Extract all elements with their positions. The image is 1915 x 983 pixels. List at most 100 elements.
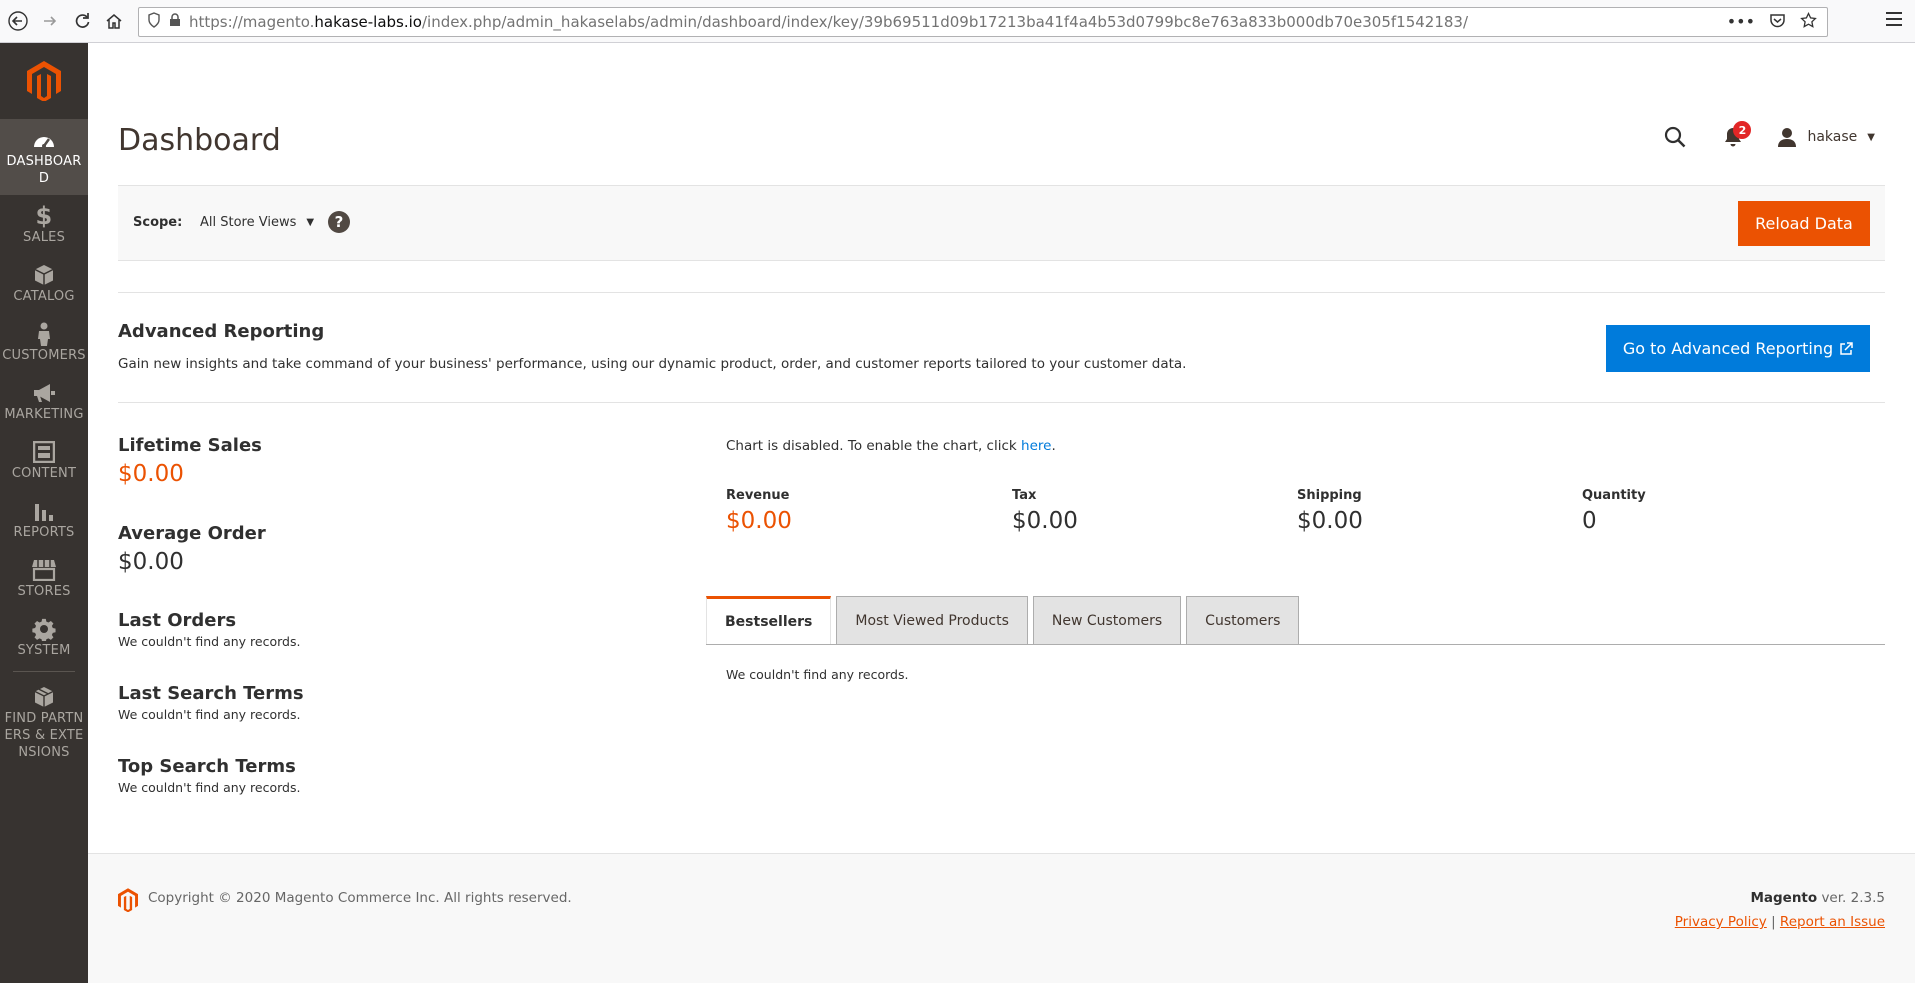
page-footer: Copyright © 2020 Magento Commerce Inc. A… (88, 853, 1915, 983)
footer-link-divider: | (1766, 914, 1780, 930)
sidebar-item-catalog[interactable]: CATALOG (0, 254, 88, 313)
browser-toolbar: https://magento. hakase-labs.io/index.php… (0, 0, 1915, 43)
shipping-label: Shipping (1297, 488, 1362, 503)
sidebar-item-label: DASHBOARD (6, 154, 82, 186)
last-orders-title: Last Orders (118, 610, 237, 631)
storefront-icon (31, 557, 57, 583)
megaphone-icon (32, 380, 56, 406)
average-order-title: Average Order (118, 523, 266, 544)
top-search-terms-title: Top Search Terms (118, 756, 296, 777)
notifications-button[interactable]: 2 (1719, 121, 1752, 151)
forward-button[interactable] (36, 7, 64, 35)
global-search-button[interactable] (1661, 123, 1689, 151)
url-path: /index.php/admin_hakaselabs/admin/dashbo… (421, 13, 1469, 31)
tab-customers[interactable]: Customers (1186, 596, 1300, 644)
last-search-terms-empty: We couldn't find any records. (118, 707, 301, 722)
go-to-advanced-reporting-button[interactable]: Go to Advanced Reporting (1606, 325, 1870, 372)
shield-icon (147, 12, 161, 32)
sidebar-item-customers[interactable]: CUSTOMERS (0, 313, 88, 372)
home-icon (106, 14, 122, 29)
revenue-value: $0.00 (726, 508, 792, 534)
version-number: ver. 2.3.5 (1817, 890, 1885, 906)
bar-chart-icon (34, 498, 54, 524)
brand-name: Magento (1750, 890, 1818, 906)
box-icon (34, 262, 54, 288)
reload-data-button[interactable]: Reload Data (1738, 201, 1870, 246)
scope-switcher[interactable]: All Store Views ▼ (200, 215, 314, 230)
address-bar[interactable]: https://magento. hakase-labs.io/index.php… (138, 7, 1828, 37)
tabs-baseline (706, 644, 1885, 645)
help-icon[interactable]: ? (328, 211, 350, 233)
external-link-icon (1840, 341, 1853, 355)
sidebar-item-label: FIND PARTNERS & EXTENSIONS (4, 711, 84, 760)
search-icon (1665, 126, 1686, 148)
url-host: hakase-labs.io (314, 13, 422, 31)
back-button[interactable] (4, 7, 32, 35)
sidebar-item-dashboard[interactable]: DASHBOARD (0, 119, 88, 195)
tax-value: $0.00 (1012, 508, 1078, 534)
notification-count-badge: 2 (1733, 121, 1752, 139)
page-title: Dashboard (118, 123, 281, 158)
sidebar-item-marketing[interactable]: MARKETING (0, 372, 88, 431)
user-menu[interactable]: hakase ▼ (1777, 127, 1875, 147)
layout-icon (33, 439, 55, 465)
admin-sidebar: DASHBOARD $ SALES CATALOG CUSTOMERS MARK… (0, 43, 88, 983)
advanced-reporting-description: Gain new insights and take command of yo… (118, 356, 1187, 372)
star-icon[interactable] (1800, 11, 1817, 33)
sidebar-item-sales[interactable]: $ SALES (0, 195, 88, 254)
reload-page-button[interactable] (68, 7, 96, 35)
chart-message-period: . (1051, 438, 1056, 454)
chart-message-text: Chart is disabled. To enable the chart, … (726, 438, 1022, 454)
tab-bestsellers[interactable]: Bestsellers (706, 596, 832, 644)
report-issue-link[interactable]: Report an Issue (1780, 914, 1885, 930)
lifetime-sales-value: $0.00 (118, 461, 184, 487)
dollar-icon: $ (35, 201, 53, 230)
sidebar-item-reports[interactable]: REPORTS (0, 490, 88, 549)
copyright-text: Copyright © 2020 Magento Commerce Inc. A… (148, 890, 572, 906)
magento-logo[interactable] (0, 43, 88, 119)
tab-content-empty: We couldn't find any records. (726, 667, 909, 682)
tab-new-customers[interactable]: New Customers (1032, 596, 1182, 644)
privacy-policy-link[interactable]: Privacy Policy (1675, 914, 1767, 930)
tab-most-viewed-products[interactable]: Most Viewed Products (836, 596, 1028, 644)
caret-down-icon: ▼ (306, 217, 315, 228)
cube-icon (33, 684, 55, 710)
sidebar-divider (13, 671, 75, 672)
main-content: Dashboard 2 hakase ▼ Scope: All Store Vi… (88, 43, 1915, 983)
sidebar-item-find-partners[interactable]: FIND PARTNERS & EXTENSIONS (0, 676, 88, 769)
sidebar-item-label: SYSTEM (17, 643, 71, 658)
scope-bar: Scope: All Store Views ▼ ? Reload Data (118, 185, 1885, 261)
sidebar-item-system[interactable]: SYSTEM (0, 608, 88, 667)
person-icon (37, 321, 51, 347)
user-icon (1778, 128, 1797, 147)
sidebar-item-content[interactable]: CONTENT (0, 431, 88, 490)
arrow-left-icon (8, 11, 28, 31)
sidebar-item-label: SALES (22, 230, 66, 245)
section-divider (118, 402, 1885, 403)
magento-footer-logo-icon (118, 888, 138, 916)
quantity-label: Quantity (1582, 488, 1646, 503)
url-prefix: https://magento. (189, 13, 315, 31)
version-info: Magento ver. 2.3.5 (1750, 890, 1885, 906)
sidebar-item-stores[interactable]: STORES (0, 549, 88, 608)
advanced-reporting-button-label: Go to Advanced Reporting (1622, 339, 1834, 358)
pocket-icon[interactable] (1769, 12, 1786, 33)
last-search-terms-title: Last Search Terms (118, 683, 304, 704)
dashboard-icon (32, 127, 56, 153)
gear-icon (32, 616, 56, 642)
home-button[interactable] (100, 7, 128, 35)
enable-chart-link[interactable]: here (1021, 438, 1051, 454)
scope-label: Scope: (133, 215, 183, 230)
section-divider (118, 292, 1885, 293)
revenue-label: Revenue (726, 488, 790, 503)
more-actions-icon[interactable]: ••• (1727, 12, 1755, 33)
magento-logo-icon (27, 61, 61, 101)
last-orders-empty: We couldn't find any records. (118, 634, 301, 649)
hamburger-menu-icon[interactable] (1885, 8, 1903, 33)
sidebar-item-label: CUSTOMERS (2, 348, 86, 363)
advanced-reporting-title: Advanced Reporting (118, 321, 325, 342)
average-order-value: $0.00 (118, 549, 184, 575)
dashboard-tabs: Bestsellers Most Viewed Products New Cus… (706, 596, 1300, 644)
chart-disabled-message: Chart is disabled. To enable the chart, … (726, 438, 1056, 454)
arrow-right-icon (44, 16, 57, 26)
